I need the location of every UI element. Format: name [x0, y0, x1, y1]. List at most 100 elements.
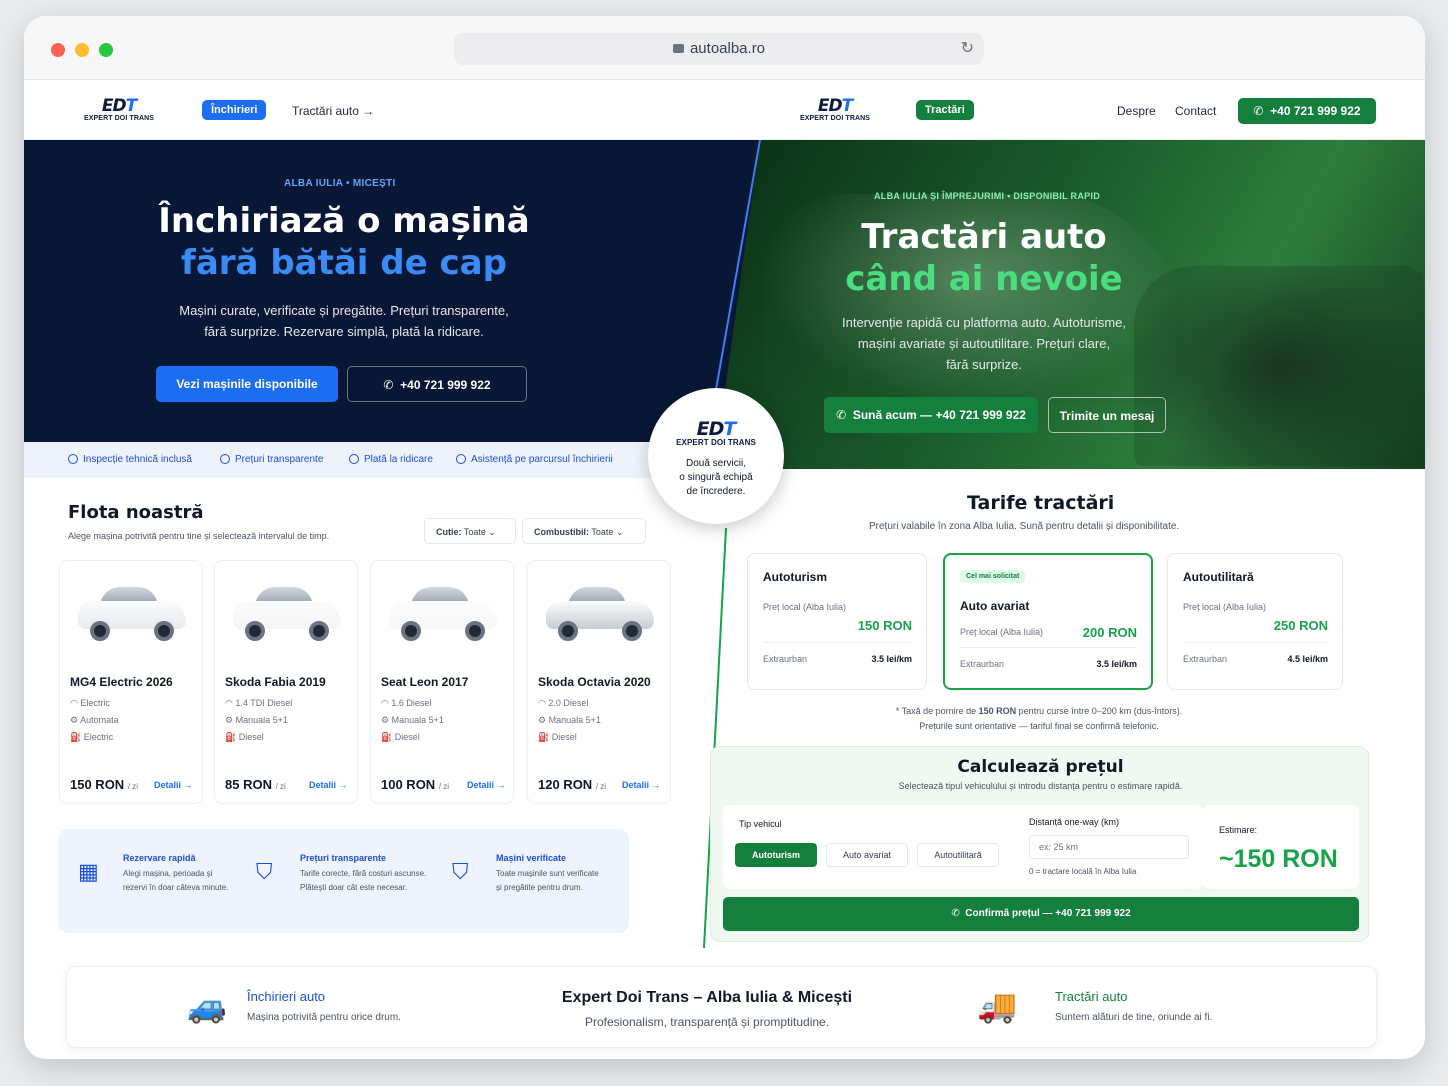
distance-input[interactable] [1029, 835, 1189, 859]
car-gearbox-label: Automata [80, 715, 119, 725]
tow-title-line1: Tractări auto [861, 217, 1107, 257]
maximize-dot[interactable] [99, 43, 113, 57]
car-price: 120 RON / zi [538, 777, 606, 792]
tariff-name: Auto avariat [960, 599, 1030, 613]
fuel-icon: ⛽ [538, 732, 550, 742]
filter-label: Combustibil: [534, 527, 589, 537]
tariff-card: Autoutilitară Preț local (Alba Iulia) 25… [1167, 553, 1343, 690]
benefit-desc: Tarife corecte, fără costuri ascunse. Plă… [300, 867, 426, 895]
car-fuel: ⛽ Diesel [538, 732, 577, 743]
support-icon [456, 454, 466, 464]
car-details-link[interactable]: Detalii → [622, 780, 661, 790]
benefit-item: ⛉ Mașini verificate Toate mașinile sunt v… [452, 853, 599, 895]
logo-towing[interactable]: EDT EXPERT DOI TRANS [800, 98, 871, 123]
tariff-card: Autoturism Preț local (Alba Iulia) 150 R… [747, 553, 927, 690]
type-option-damaged[interactable]: Auto avariat [826, 843, 908, 867]
car-image [389, 583, 497, 641]
type-option-van[interactable]: Autoutilitară [917, 843, 999, 867]
minimize-dot[interactable] [75, 43, 89, 57]
car-card[interactable]: Skoda Octavia 2020 ◠ 2.0 Diesel ⚙ Manuala … [527, 560, 671, 804]
tariffs-note-line2: Prețurile sunt orientative — tariful fin… [919, 721, 1159, 731]
address-bar[interactable]: autoalba.ro ↻ [454, 33, 984, 65]
fleet-title: Flota noastră [68, 502, 204, 523]
estimate-value: ~150 RON [1219, 845, 1338, 873]
tariff-extra-price: 3.5 lei/km [1096, 659, 1137, 669]
tariff-price: 150 RON [857, 618, 912, 633]
filter-value: Toate [463, 527, 486, 537]
tariff-price: 200 RON [1082, 625, 1137, 640]
footer-brand-title: Expert Doi Trans – Alba Iulia & Micești [561, 989, 853, 1006]
logo-mark: EDT [101, 96, 137, 116]
close-dot[interactable] [51, 43, 65, 57]
type-option-car[interactable]: Autoturism [735, 843, 817, 867]
car-wheel [309, 621, 329, 641]
nav-contact[interactable]: Contact [1175, 104, 1216, 118]
rental-phone-button[interactable]: ✆ +40 721 999 922 [347, 366, 527, 402]
car-price-value: 100 RON [381, 777, 436, 792]
tariff-card-popular: Cel mai solicitat Auto avariat Preț loca… [943, 553, 1153, 690]
feature-label: Prețuri transparente [235, 454, 324, 465]
rentals-pill[interactable]: Închirieri [202, 100, 267, 120]
gauge-icon: ◠ [538, 698, 546, 708]
confirm-price-button[interactable]: ✆ Confirmă prețul — +40 721 999 922 [723, 897, 1359, 931]
note-bold: 150 RON [978, 706, 1017, 716]
send-message-button[interactable]: Trimite un mesaj [1048, 397, 1166, 433]
car-wheel [401, 621, 421, 641]
benefit-desc-line: Toate mașinile sunt verificate [496, 869, 599, 878]
note-text: pentru curse între 0–200 km (dus-întors)… [1016, 706, 1183, 716]
arrow-right-icon: → [651, 780, 661, 790]
footer-towing[interactable]: Tractări auto Suntem alături de tine, or… [1055, 989, 1212, 1023]
rental-title-line2: fără bătăi de cap [181, 243, 507, 283]
car-card[interactable]: MG4 Electric 2026 ◠ Electric ⚙ Automata ⛽ E… [59, 560, 203, 804]
chevron-down-icon: ⌄ [488, 527, 496, 537]
car-gearbox-label: Manuala 5+1 [391, 715, 444, 725]
gear-icon: ⚙ [70, 715, 79, 725]
car-wheel [90, 621, 110, 641]
car-engine: ◠ 1.6 Diesel [381, 698, 431, 709]
badge-text: Două servicii, o singură echipă de încre… [648, 457, 784, 499]
feature-strip: Inspecție tehnică inclusă Prețuri transp… [24, 442, 664, 478]
view-cars-button[interactable]: Vezi mașinile disponibile [156, 366, 338, 402]
car-details-link[interactable]: Detalii → [309, 780, 348, 790]
tow-lead-line3: fără surprize. [946, 357, 1022, 372]
type-label: Tip vehicul [739, 819, 782, 829]
call-now-button[interactable]: ✆ Sună acum — +40 721 999 922 [824, 397, 1038, 433]
towing-pill[interactable]: Tractări [916, 100, 974, 120]
car-engine: ◠ Electric [70, 698, 110, 709]
tariff-name: Autoutilitară [1183, 570, 1254, 584]
nav-call-button[interactable]: ✆ +40 721 999 922 [1238, 98, 1376, 124]
details-label: Detalii [622, 780, 650, 790]
car-image [546, 583, 654, 641]
arrow-right-icon: → [183, 780, 193, 790]
footer-rent-title: Închirieri auto [247, 989, 326, 1004]
car-card[interactable]: Skoda Fabia 2019 ◠ 1.4 TDI Diesel ⚙ Manual… [214, 560, 358, 804]
car-card[interactable]: Seat Leon 2017 ◠ 1.6 Diesel ⚙ Manuala 5+1 ⛽… [370, 560, 514, 804]
fuel-filter[interactable]: Combustibil: Toate ⌄ [522, 518, 646, 544]
nav-about[interactable]: Despre [1117, 104, 1156, 118]
rental-lead-line1: Mașini curate, verificate și pregătite. … [179, 303, 509, 318]
fuel-icon: ⛽ [225, 732, 237, 742]
car-wheel [558, 621, 578, 641]
logo-text: EXPERT DOI TRANS [800, 115, 871, 122]
fleet-subtitle: Alege mașina potrivită pentru tine și se… [68, 531, 330, 541]
car-details-link[interactable]: Detalii → [467, 780, 506, 790]
car-details-link[interactable]: Detalii → [154, 780, 193, 790]
rental-title: Închiriază o mașină fără bătăi de cap [104, 200, 584, 284]
gauge-icon: ◠ [70, 698, 78, 708]
car-name: Seat Leon 2017 [381, 675, 469, 689]
calc-title: Calculează prețul [957, 757, 1124, 777]
reload-icon[interactable]: ↻ [961, 33, 974, 65]
tag-icon [220, 454, 230, 464]
logo-rentals[interactable]: EDT EXPERT DOI TRANS [84, 96, 154, 123]
footer-rentals[interactable]: Închirieri auto Mașina potrivită pentru … [247, 989, 401, 1023]
call-now-label: Sună acum — +40 721 999 922 [852, 408, 1026, 422]
per-day: / zi [595, 782, 607, 791]
lock-icon [672, 44, 684, 53]
car-name: MG4 Electric 2026 [70, 675, 173, 689]
car-engine-label: 1.4 TDI Diesel [235, 698, 293, 708]
tow-link[interactable]: Tractări auto → [292, 104, 374, 118]
benefit-desc-line: Plătești doar cât este necesar. [300, 883, 408, 892]
car-wheel [465, 621, 485, 641]
gearbox-filter[interactable]: Cutie: Toate ⌄ [424, 518, 516, 544]
tow-link-label: Tractări auto [292, 104, 359, 118]
